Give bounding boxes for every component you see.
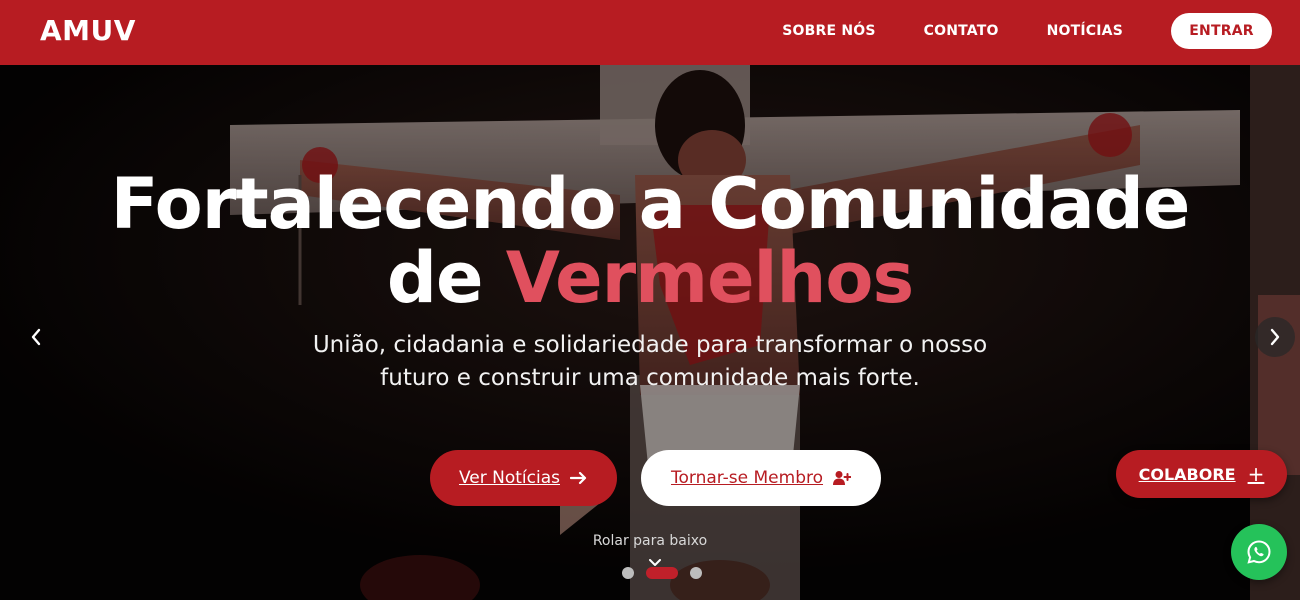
- carousel-dot-3[interactable]: [690, 567, 702, 579]
- chevron-right-icon: [1270, 328, 1280, 346]
- nav-link-contato[interactable]: CONTATO: [924, 23, 999, 39]
- view-news-button[interactable]: Ver Notícias: [430, 450, 617, 506]
- hero-carousel: Fortalecendo a Comunidade de Vermelhos U…: [0, 65, 1300, 600]
- chevron-down-icon[interactable]: [649, 559, 661, 567]
- whatsapp-icon: [1247, 540, 1271, 564]
- user-plus-icon: [833, 471, 852, 485]
- view-news-label: Ver Notícias: [458, 468, 560, 488]
- subtitle-line-1: União, cidadania e solidariedade para tr…: [312, 332, 988, 358]
- hero-subtitle: União, cidadania e solidariedade para tr…: [0, 329, 1300, 395]
- chevron-left-icon: [31, 328, 41, 346]
- whatsapp-button[interactable]: [1231, 524, 1287, 580]
- colabore-label: COLABORE: [1138, 464, 1236, 484]
- nav-link-sobre-nos[interactable]: SOBRE NÓS: [782, 23, 875, 39]
- main-nav: SOBRE NÓS CONTATO NOTÍCIAS ENTRAR: [782, 13, 1272, 49]
- hero-headline: Fortalecendo a Comunidade de Vermelhos: [0, 167, 1300, 315]
- carousel-dot-1[interactable]: [622, 567, 634, 579]
- colabore-button[interactable]: COLABORE +: [1116, 450, 1287, 498]
- login-button[interactable]: ENTRAR: [1171, 13, 1272, 49]
- carousel-next-button[interactable]: [1255, 317, 1295, 357]
- subtitle-line-2: futuro e construir uma comunidade mais f…: [380, 365, 920, 391]
- headline-line-2-prefix: de: [386, 237, 506, 319]
- carousel-prev-button[interactable]: [16, 317, 56, 357]
- carousel-indicators: [622, 567, 714, 579]
- become-member-label: Tornar-se Membro: [670, 468, 824, 488]
- nav-link-noticias[interactable]: NOTÍCIAS: [1047, 23, 1123, 39]
- become-member-button[interactable]: Tornar-se Membro: [641, 450, 881, 506]
- arrow-right-icon: [570, 471, 587, 485]
- site-header: AMUV SOBRE NÓS CONTATO NOTÍCIAS ENTRAR: [0, 0, 1300, 65]
- scroll-down-label[interactable]: Rolar para baixo: [0, 533, 1300, 549]
- site-logo[interactable]: AMUV: [40, 14, 136, 47]
- plus-icon: +: [1247, 462, 1265, 486]
- carousel-dot-2[interactable]: [646, 567, 678, 579]
- headline-accent: Vermelhos: [505, 237, 914, 319]
- headline-line-1: Fortalecendo a Comunidade: [110, 163, 1191, 245]
